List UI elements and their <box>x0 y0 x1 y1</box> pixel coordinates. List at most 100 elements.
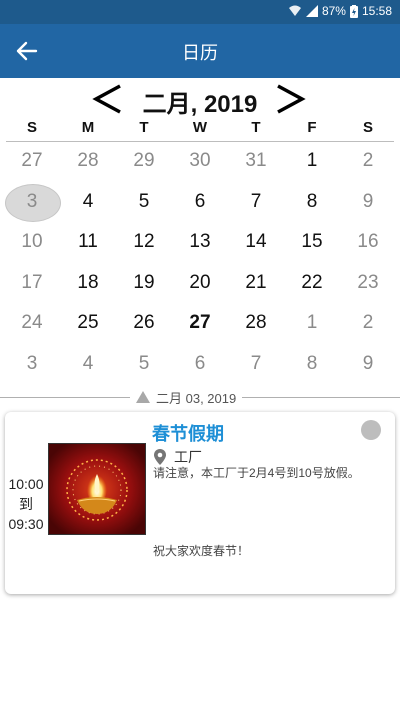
calendar-day-number: 7 <box>250 352 262 374</box>
calendar-day[interactable]: 19 <box>116 263 172 304</box>
calendar-day[interactable]: 2 <box>340 141 396 182</box>
calendar-day-number: 18 <box>77 271 99 293</box>
event-card[interactable]: 10:00 到 09:30 春节假期 工厂 请注意，本工厂于2月4号到10号放假… <box>5 412 395 594</box>
calendar-day[interactable]: 22 <box>284 263 340 304</box>
calendar-day[interactable]: 29 <box>116 141 172 182</box>
calendar-day[interactable]: 14 <box>228 222 284 263</box>
calendar-day-number: 9 <box>362 352 374 374</box>
calendar-day[interactable]: 9 <box>340 182 396 223</box>
calendar-day-number: 21 <box>245 271 267 293</box>
calendar-day[interactable]: 24 <box>4 303 60 344</box>
calendar-day[interactable]: 1 <box>284 141 340 182</box>
next-month-button[interactable] <box>272 82 308 116</box>
calendar-day-number: 4 <box>82 352 94 374</box>
calendar-week-row: 3 4 5 6 7 8 9 <box>4 344 396 385</box>
event-image <box>48 443 146 535</box>
chevron-right-icon <box>277 84 306 114</box>
calendar-day-number: 14 <box>245 231 267 253</box>
calendar-day[interactable]: 6 <box>172 182 228 223</box>
selected-date-indicator: 二月 03, 2019 <box>130 387 243 407</box>
calendar-day[interactable]: 3 <box>4 344 60 385</box>
calendar-day[interactable]: 28 <box>60 141 116 182</box>
calendar-day[interactable]: 26 <box>116 303 172 344</box>
calendar-day-number: 2 <box>362 150 374 172</box>
status-icons: 87% 15:58 <box>288 4 392 18</box>
calendar-day[interactable]: 28 <box>228 303 284 344</box>
calendar-day-selected[interactable]: 3 <box>4 182 61 223</box>
calendar-day[interactable]: 16 <box>340 222 396 263</box>
calendar-day[interactable]: 13 <box>172 222 228 263</box>
calendar-day[interactable]: 15 <box>284 222 340 263</box>
calendar-day-number: 12 <box>133 231 155 253</box>
calendar-day[interactable]: 21 <box>228 263 284 304</box>
calendar-day-today[interactable]: 27 <box>172 303 228 344</box>
calendar-day[interactable]: 27 <box>4 141 60 182</box>
selected-date-divider: 二月 03, 2019 <box>0 387 400 407</box>
signal-icon <box>305 5 318 17</box>
calendar-day-number: 19 <box>133 271 155 293</box>
calendar-day-number: 15 <box>301 231 323 253</box>
calendar-day-number: 5 <box>138 352 150 374</box>
calendar-day-number: 2 <box>362 312 374 334</box>
calendar-day[interactable]: 10 <box>4 222 60 263</box>
calendar-day[interactable]: 20 <box>172 263 228 304</box>
event-time: 10:00 到 09:30 <box>5 474 47 534</box>
calendar-day-number: 5 <box>138 190 150 212</box>
calendar-day-number: 24 <box>21 312 43 334</box>
calendar-day-number: 9 <box>362 190 374 212</box>
calendar-week-row: 10 11 12 13 14 15 16 <box>4 222 396 263</box>
calendar-day-number: 23 <box>357 271 379 293</box>
calendar-day[interactable]: 4 <box>60 344 116 385</box>
calendar-day-number: 25 <box>77 312 99 334</box>
month-label: 二月, 2019 <box>142 91 258 118</box>
location-pin-icon <box>154 449 166 465</box>
calendar-day-number: 17 <box>21 271 43 293</box>
calendar-day[interactable]: 5 <box>116 344 172 385</box>
calendar-day-number: 1 <box>306 312 318 334</box>
battery-charging-icon <box>349 4 358 18</box>
diya-lamp-icon <box>49 444 145 534</box>
calendar-day-number: 30 <box>189 150 211 172</box>
calendar-day[interactable]: 23 <box>340 263 396 304</box>
calendar-day[interactable]: 1 <box>284 303 340 344</box>
calendar-day[interactable]: 17 <box>4 263 60 304</box>
calendar-day-number: 16 <box>357 231 379 253</box>
calendar-day[interactable]: 18 <box>60 263 116 304</box>
calendar-day-number: 22 <box>301 271 323 293</box>
calendar-day-number: 8 <box>306 352 318 374</box>
weekday-label: M <box>81 119 95 136</box>
calendar-week-row: 17 18 19 20 21 22 23 <box>4 263 396 304</box>
calendar-day-number: 29 <box>133 150 155 172</box>
calendar-day-number: 26 <box>133 312 155 334</box>
calendar-day-number: 6 <box>194 190 206 212</box>
event-status-toggle[interactable] <box>361 420 381 440</box>
calendar-day-number: 6 <box>194 352 206 374</box>
calendar-day[interactable]: 11 <box>60 222 116 263</box>
calendar-day-number: 27 <box>189 312 211 334</box>
calendar-week-row: 3 4 5 6 7 8 9 <box>4 182 396 223</box>
calendar-day[interactable]: 2 <box>340 303 396 344</box>
weekday-label: F <box>307 119 317 136</box>
app-bar: 日历 <box>0 24 400 78</box>
calendar-day[interactable]: 5 <box>116 182 172 223</box>
calendar-day[interactable]: 12 <box>116 222 172 263</box>
calendar-day[interactable]: 6 <box>172 344 228 385</box>
calendar-day[interactable]: 7 <box>228 182 284 223</box>
calendar-day[interactable]: 25 <box>60 303 116 344</box>
triangle-up-icon <box>136 391 150 403</box>
weekday-label: S <box>26 119 37 136</box>
calendar-day[interactable]: 9 <box>340 344 396 385</box>
calendar-day[interactable]: 8 <box>284 344 340 385</box>
calendar-day[interactable]: 7 <box>228 344 284 385</box>
calendar-day-number: 10 <box>21 231 43 253</box>
calendar-day[interactable]: 31 <box>228 141 284 182</box>
calendar-day-number: 13 <box>189 231 211 253</box>
calendar-day[interactable]: 8 <box>284 182 340 223</box>
calendar-day-number: 20 <box>189 271 211 293</box>
calendar-day[interactable]: 30 <box>172 141 228 182</box>
calendar-day-number: 1 <box>306 150 318 172</box>
event-title: 春节假期 <box>152 424 224 444</box>
calendar-day[interactable]: 4 <box>60 182 116 223</box>
calendar-week-row: 27 28 29 30 31 1 2 <box>4 141 396 182</box>
calendar-week-row: 24 25 26 27 28 1 2 <box>4 303 396 344</box>
